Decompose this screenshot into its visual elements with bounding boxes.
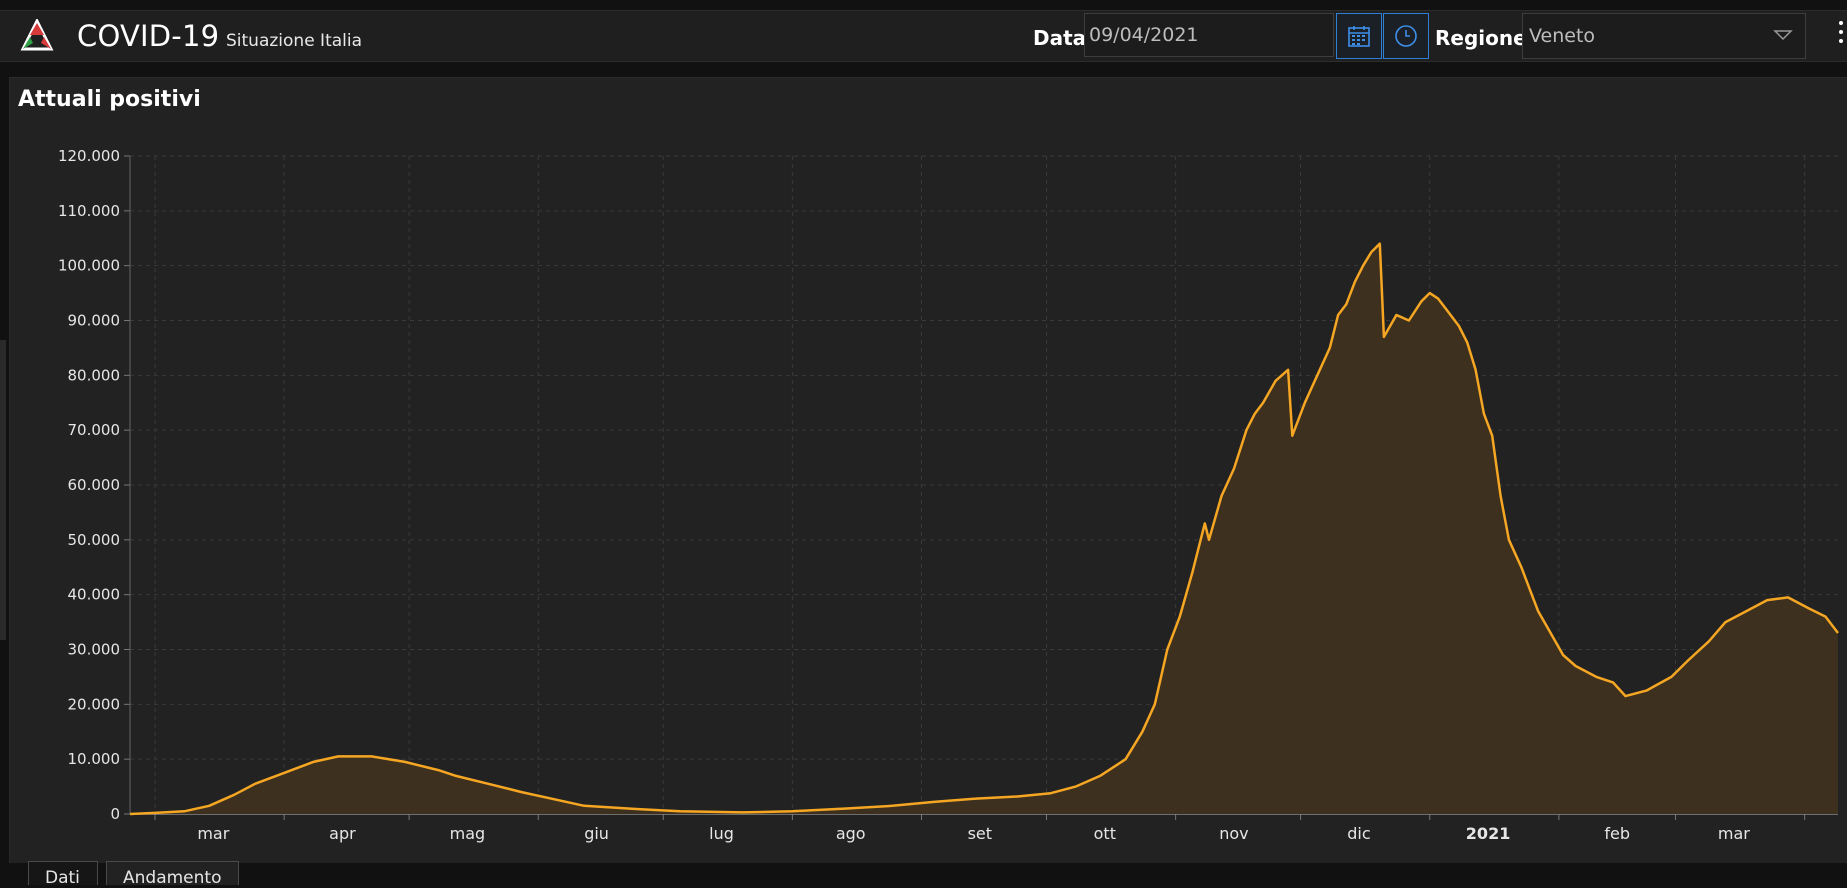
x-tick-label: set: [968, 824, 992, 843]
series-area: [130, 243, 1838, 814]
y-tick-label: 10.000: [68, 750, 121, 768]
x-tick-label: mag: [450, 824, 486, 843]
y-tick-label: 60.000: [68, 476, 121, 494]
x-tick-label: 2021: [1466, 824, 1511, 843]
x-tick-label: feb: [1604, 824, 1630, 843]
calendar-button[interactable]: [1336, 13, 1382, 59]
y-tick-label: 40.000: [68, 586, 121, 604]
x-tick-label: ott: [1094, 824, 1116, 843]
vertical-dots-icon[interactable]: [1836, 21, 1847, 51]
y-tick-label: 50.000: [68, 531, 121, 549]
calendar-icon: [1348, 26, 1370, 47]
region-value: Veneto: [1529, 25, 1596, 47]
y-tick-label: 70.000: [68, 421, 121, 439]
y-tick-label: 90.000: [68, 312, 121, 330]
x-tick-label: lug: [709, 824, 734, 843]
clock-icon: [1395, 25, 1417, 47]
chevron-down-icon: [1773, 30, 1793, 41]
date-input[interactable]: [1084, 13, 1334, 57]
region-label: Regione: [1435, 26, 1527, 50]
y-tick-label: 80.000: [68, 366, 121, 384]
x-tick-label: apr: [329, 824, 356, 843]
region-select[interactable]: Veneto: [1522, 13, 1806, 59]
left-edge: [0, 340, 6, 640]
y-tick-label: 120.000: [58, 147, 120, 165]
y-tick-label: 110.000: [58, 202, 120, 220]
chart-panel: Attuali positivi 0 10.000 20.000 30.000 40.0…: [9, 77, 1847, 863]
x-tick-label: giu: [584, 824, 609, 843]
y-tick-label: 100.000: [58, 257, 120, 275]
date-label: Data: [1033, 26, 1087, 50]
x-tick-label: nov: [1219, 824, 1248, 843]
app-subtitle: Situazione Italia: [226, 31, 363, 51]
protezione-civile-logo-icon: [20, 19, 54, 51]
tab-dati[interactable]: Dati: [28, 861, 98, 888]
x-tick-label: mar: [197, 824, 229, 843]
tab-andamento[interactable]: Andamento: [106, 861, 239, 888]
x-tick-label: mar: [1718, 824, 1750, 843]
y-tick-label: 30.000: [68, 641, 121, 659]
x-tick-label: ago: [836, 824, 866, 843]
area-chart: 0 10.000 20.000 30.000 40.000 50.000 60.000 70.…: [58, 147, 1839, 843]
x-tick-label: dic: [1347, 824, 1370, 843]
y-tick-label: 0: [110, 805, 120, 823]
y-tick-label: 20.000: [68, 695, 121, 713]
clock-button[interactable]: [1383, 13, 1429, 59]
app-title: COVID-19: [77, 19, 220, 53]
top-bar: COVID-19 Situazione Italia Data Regione …: [0, 10, 1847, 62]
